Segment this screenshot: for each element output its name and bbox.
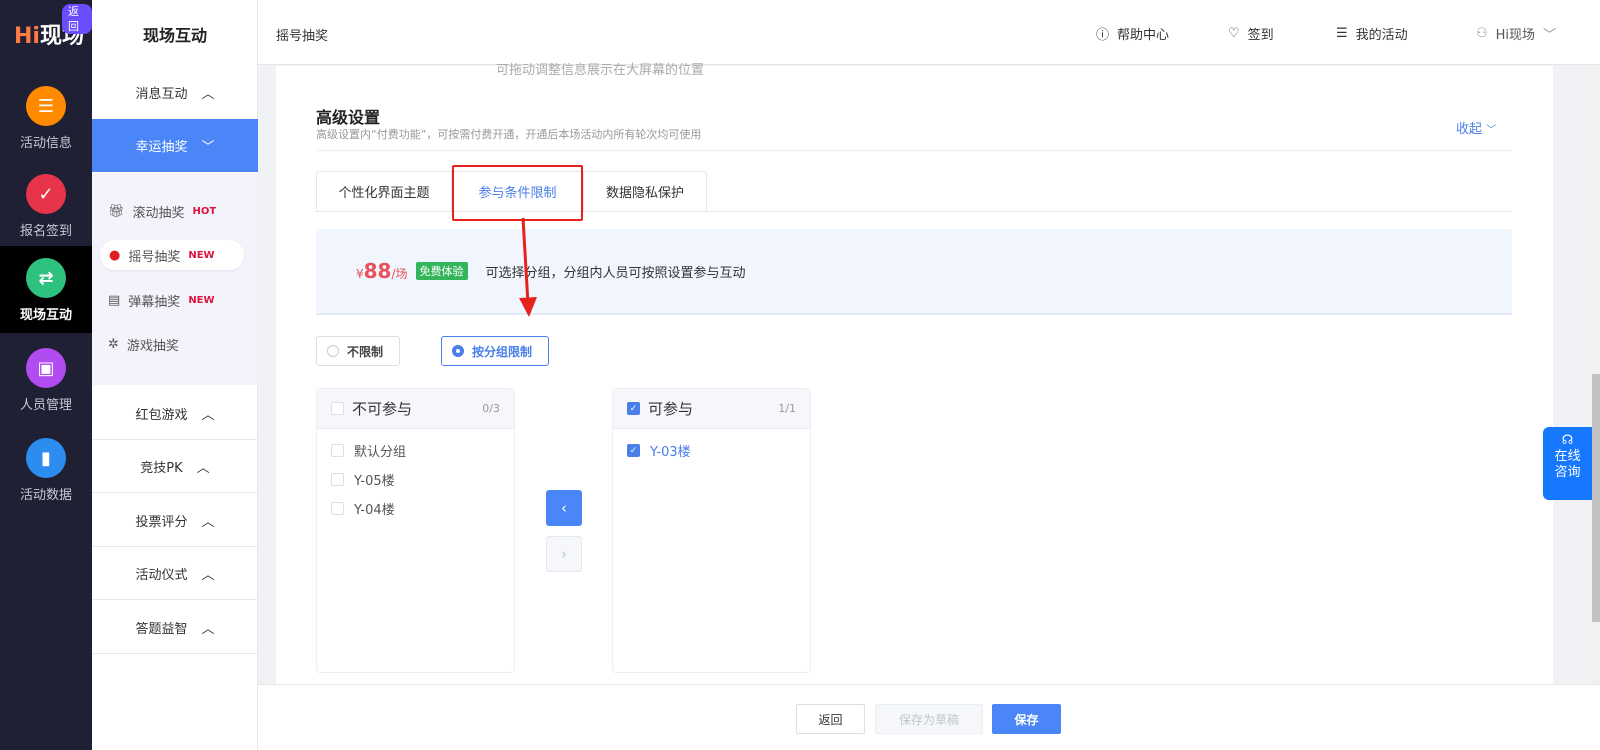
- select-all-checkbox[interactable]: [331, 402, 344, 415]
- user-menu[interactable]: ⚇ Hi现场 ﹀: [1476, 24, 1556, 43]
- chevron-right-icon: ›: [561, 545, 567, 563]
- list-item[interactable]: Y-05楼: [317, 465, 514, 494]
- top-header: 摇号抽奖 ⓘ 帮助中心 ♡ 签到 ☰ 我的活动 ⚇ Hi现场 ﹀: [258, 0, 1600, 65]
- group-redpacket[interactable]: 红包游戏 ︿: [92, 387, 258, 440]
- nav-item-activity-info[interactable]: ☰ 活动信息: [0, 74, 92, 161]
- settings-card: 可拖动调整信息展示在大屏幕的位置 高级设置 高级设置内“付费功能”，可按需付费开…: [276, 63, 1553, 684]
- chevron-up-icon: ︿: [196, 460, 210, 476]
- help-center-link[interactable]: ⓘ 帮助中心: [1096, 24, 1169, 43]
- move-right-button[interactable]: ›: [546, 536, 582, 572]
- list-item[interactable]: Y-04楼: [317, 494, 514, 523]
- sub-item-number-lottery[interactable]: ● 摇号抽奖 NEW: [100, 240, 244, 270]
- checkbox[interactable]: ✓: [627, 444, 640, 457]
- app-nav: Hi现场 返回 ☰ 活动信息 ✓ 报名签到 ⇄ 现场互动 ▣ 人员管理 ▮ 活动数据: [0, 0, 92, 750]
- page-title: 摇号抽奖: [276, 29, 329, 44]
- move-left-button[interactable]: ‹: [546, 490, 582, 526]
- checkbox[interactable]: [331, 502, 344, 515]
- checkbox[interactable]: [331, 473, 344, 486]
- group-lottery[interactable]: 幸运抽奖 ﹀: [92, 119, 258, 172]
- tab-privacy[interactable]: 数据隐私保护: [584, 172, 706, 211]
- chevron-down-icon: ﹀: [1543, 28, 1557, 43]
- tab-theme[interactable]: 个性化界面主题: [317, 172, 452, 211]
- nav-item-data[interactable]: ▮ 活动数据: [0, 426, 92, 513]
- gift-icon: 🎁︎: [108, 203, 125, 219]
- headset-icon: ☊: [1561, 433, 1574, 448]
- chevron-up-icon: ︿: [201, 87, 215, 102]
- swap-icon: ⇄: [26, 258, 66, 298]
- clipped-hint: 可拖动调整信息展示在大屏幕的位置: [496, 63, 705, 78]
- sub-item-barrage-lottery[interactable]: ▤ 弹幕抽奖 NEW: [108, 285, 244, 315]
- checkin-link[interactable]: ♡ 签到: [1228, 24, 1274, 43]
- list-item[interactable]: ✓ Y-03楼: [613, 436, 810, 465]
- pricing-banner: ¥88/场 免费体验 可选择分组，分组内人员可按照设置参与互动: [316, 229, 1512, 315]
- back-badge[interactable]: 返回: [62, 4, 92, 34]
- scrollbar-thumb[interactable]: [1592, 374, 1600, 622]
- section-title: 高级设置: [316, 108, 381, 127]
- sidebar: 现场互动 消息互动 ︿ 幸运抽奖 ﹀ 🎁︎ 滚动抽奖 HOT ● 摇号抽奖 NEW ▤ 弹幕抽…: [92, 0, 258, 750]
- info-icon: ⓘ: [1096, 28, 1110, 43]
- save-draft-button[interactable]: 保存为草稿: [875, 704, 983, 734]
- nav-item-people[interactable]: ▣ 人员管理: [0, 336, 92, 423]
- document-icon: ☰: [26, 86, 66, 126]
- chevron-up-icon: ︿: [201, 407, 215, 423]
- transfer-panel-included: ✓ 可参与 1/1 ✓ Y-03楼: [612, 388, 811, 673]
- sidebar-title: 现场互动: [142, 26, 207, 45]
- calendar-check-icon: ✓: [26, 174, 66, 214]
- nav-item-signup[interactable]: ✓ 报名签到: [0, 162, 92, 249]
- footer-bar: 返回 保存为草稿 保存: [258, 684, 1600, 750]
- divider: [316, 150, 1512, 151]
- person-card-icon: ▣: [26, 348, 66, 388]
- barrage-icon: ▤: [108, 292, 121, 308]
- group-message[interactable]: 消息互动 ︿: [92, 66, 258, 119]
- group-vote[interactable]: 投票评分 ︿: [92, 494, 258, 547]
- my-activities-link[interactable]: ☰ 我的活动: [1336, 24, 1408, 43]
- checkbox[interactable]: [331, 444, 344, 457]
- wheel-icon: ✲: [108, 336, 119, 352]
- select-all-checkbox[interactable]: ✓: [627, 402, 640, 415]
- user-icon: ⚇: [1476, 26, 1488, 41]
- online-consult-button[interactable]: ☊ 在线 咨询: [1543, 427, 1592, 500]
- radio-no-limit[interactable]: 不限制: [316, 336, 400, 366]
- transfer-panel-excluded: 不可参与 0/3 默认分组 Y-05楼 Y-04楼: [316, 388, 515, 673]
- annotation-highlight-box: [452, 165, 583, 221]
- sub-item-scroll-lottery[interactable]: 🎁︎ 滚动抽奖 HOT: [108, 196, 244, 226]
- radio-group-limit[interactable]: 按分组限制: [441, 336, 549, 366]
- section-description: 高级设置内“付费功能”，可按需付费开通，开通后本场活动内所有轮次均可使用: [316, 128, 702, 141]
- collapse-button[interactable]: 收起 ﹀: [1456, 118, 1496, 137]
- back-button[interactable]: 返回: [796, 704, 865, 734]
- person-icon: ●: [109, 247, 121, 263]
- nav-item-live-interaction[interactable]: ⇄ 现场互动: [0, 246, 92, 333]
- list-icon: ☰: [1336, 26, 1348, 41]
- chevron-up-icon: ︿: [201, 567, 215, 583]
- annotation-arrow: [519, 217, 537, 317]
- group-ceremony[interactable]: 活动仪式 ︿: [92, 547, 258, 600]
- chevron-up-icon: ︿: [201, 621, 215, 637]
- chevron-down-icon: ﹀: [1486, 125, 1497, 136]
- chevron-left-icon: ‹: [561, 499, 567, 517]
- free-trial-badge: 免费体验: [415, 262, 468, 280]
- price: ¥88/场: [356, 259, 408, 283]
- chevron-down-icon: ﹀: [201, 140, 215, 155]
- group-quiz[interactable]: 答题益智 ︿: [92, 601, 258, 654]
- group-pk[interactable]: 竞技PK ︿: [92, 440, 258, 493]
- chevron-up-icon: ︿: [201, 514, 215, 530]
- bar-chart-icon: ▮: [26, 438, 66, 478]
- sub-item-game-lottery[interactable]: ✲ 游戏抽奖: [108, 329, 244, 359]
- save-button[interactable]: 保存: [992, 704, 1061, 734]
- location-pin-icon: ♡: [1228, 26, 1240, 41]
- list-item[interactable]: 默认分组: [317, 436, 514, 465]
